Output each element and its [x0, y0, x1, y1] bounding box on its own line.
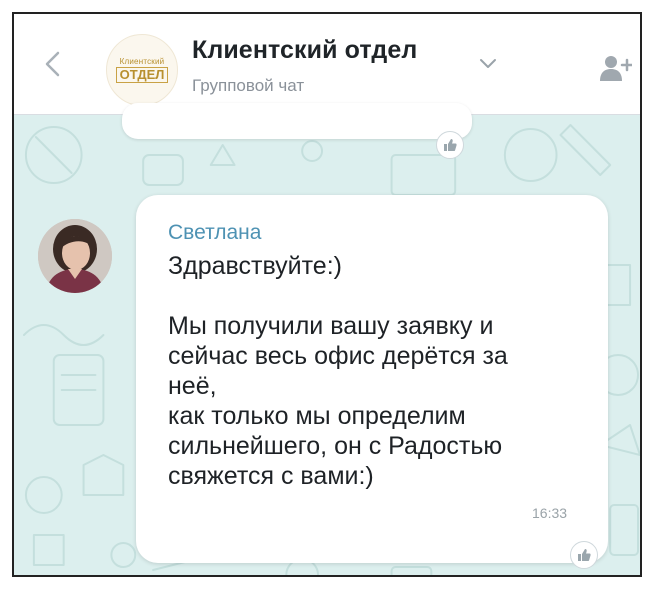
- logo-bottom-text: ОТДЕЛ: [115, 67, 169, 83]
- sender-name[interactable]: Светлана: [168, 221, 261, 245]
- message-text: Здравствуйте:) Мы получили вашу заявку и…: [168, 252, 508, 490]
- back-icon[interactable]: [42, 50, 64, 78]
- avatar[interactable]: [38, 219, 112, 293]
- previous-message-bubble[interactable]: [122, 103, 472, 139]
- like-icon[interactable]: [570, 541, 598, 569]
- chat-window: Клиентский ОТДЕЛ Клиентский отдел Группо…: [12, 12, 642, 577]
- like-icon[interactable]: [436, 131, 464, 159]
- logo-top-text: Клиентский: [119, 57, 165, 66]
- user-photo: [38, 219, 112, 293]
- add-user-icon[interactable]: [598, 54, 632, 82]
- chevron-down-icon[interactable]: [479, 58, 497, 70]
- thumbs-up-icon: [444, 139, 457, 151]
- group-logo[interactable]: Клиентский ОТДЕЛ: [106, 34, 178, 106]
- thumbs-up-icon: [578, 549, 591, 561]
- chat-area[interactable]: Светлана Здравствуйте:) Мы получили вашу…: [14, 103, 640, 575]
- chat-header: Клиентский ОТДЕЛ Клиентский отдел Группо…: [14, 14, 640, 115]
- message-time: 16:33: [532, 505, 568, 521]
- message-bubble[interactable]: Светлана Здравствуйте:) Мы получили вашу…: [136, 195, 608, 563]
- chat-title[interactable]: Клиентский отдел: [192, 36, 417, 65]
- chat-subtitle: Групповой чат: [192, 76, 305, 95]
